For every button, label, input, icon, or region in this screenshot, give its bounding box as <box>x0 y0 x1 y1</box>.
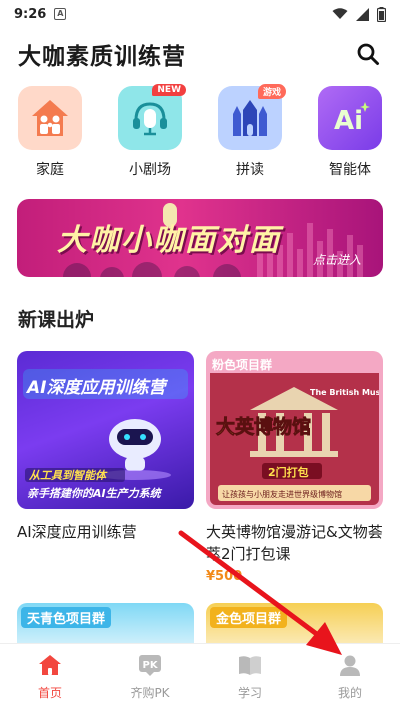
wifi-icon <box>332 8 348 19</box>
game-badge: 游戏 <box>257 84 286 99</box>
status-icons <box>332 6 386 22</box>
tab-home[interactable]: 首页 <box>0 644 100 710</box>
cover-title-text: 大英博物馆 <box>216 415 311 438</box>
course-price: ¥500 <box>206 569 243 584</box>
feature-agent[interactable]: Ai 智能体 <box>316 86 384 179</box>
course-card-partial[interactable]: 金色项目群 <box>206 603 383 643</box>
svg-text:Ai: Ai <box>334 106 363 136</box>
book-icon <box>237 652 263 678</box>
course-card-ai[interactable]: AI深度应用训练营 从工具到智能体 亲手搭建你的AI生产力系统 AI深度应用训练… <box>17 351 194 543</box>
cover-sub-text: The British Museum <box>310 388 379 397</box>
cover-note-text: 2门打包 <box>268 465 309 479</box>
tab-label: 我的 <box>337 686 362 700</box>
ai-course-art: AI深度应用训练营 从工具到智能体 亲手搭建你的AI生产力系统 <box>23 369 188 500</box>
course-cover-image: 粉色项目群 大英博物馆 The British Museum 2门打包 让孩孩与… <box>206 351 383 509</box>
tab-label: 学习 <box>237 686 262 700</box>
feature-label: 拼读 <box>236 162 264 178</box>
svg-text:PK: PK <box>143 660 159 671</box>
tab-learning[interactable]: 学习 <box>200 644 300 710</box>
cover-title-text: AI深度应用训练营 <box>25 378 168 398</box>
cover-foot-text: 让孩孩与小朋友走进世界级博物馆 <box>222 489 342 499</box>
ai-icon: Ai <box>318 86 382 150</box>
castle-icon: 游戏 <box>218 84 286 150</box>
headset-mic-icon: NEW <box>118 84 186 150</box>
status-bar: 9:26 A <box>0 0 400 28</box>
cover-line1-text: 从工具到智能体 <box>29 469 108 482</box>
tab-label: 齐购PK <box>130 686 170 700</box>
promo-banner[interactable]: 大咖小咖面对面 点击进入 <box>17 199 383 277</box>
family-house-icon <box>18 86 82 150</box>
course-name: AI深度应用训练营 <box>17 523 137 541</box>
course-group-tag: 天青色项目群 <box>21 607 112 628</box>
new-badge: NEW <box>152 84 186 96</box>
bottom-tab-bar: 首页 PK 齐购PK 学习 我的 <box>0 643 400 710</box>
course-name: 大英博物馆漫游记&文物荟萃2门打包课 <box>206 523 383 563</box>
course-card-museum[interactable]: 粉色项目群 大英博物馆 The British Museum 2门打包 让孩孩与… <box>206 351 383 584</box>
course-card-partial[interactable]: 天青色项目群 <box>17 603 194 643</box>
banner-title: 大咖小咖面对面 <box>57 223 281 258</box>
course-cover-image: AI深度应用训练营 从工具到智能体 亲手搭建你的AI生产力系统 <box>17 351 194 509</box>
feature-label: 智能体 <box>329 162 371 178</box>
feature-label: 家庭 <box>36 162 64 178</box>
banner-enter-link[interactable]: 点击进入 <box>313 251 361 268</box>
home-icon <box>37 652 63 678</box>
feature-family[interactable]: 家庭 <box>16 86 84 179</box>
feature-label: 小剧场 <box>129 162 171 178</box>
pk-icon: PK <box>137 652 163 678</box>
cover-tag-text: 粉色项目群 <box>212 357 272 372</box>
cover-line2-text: 亲手搭建你的AI生产力系统 <box>27 487 163 500</box>
page-title: 大咖素质训练营 <box>18 44 186 70</box>
section-title: 新课出炉 <box>18 309 95 331</box>
feature-theater[interactable]: NEW 小剧场 <box>116 84 186 179</box>
search-icon <box>357 43 379 65</box>
app-header: 大咖素质训练营 <box>0 34 400 74</box>
tab-group-buy-pk[interactable]: PK 齐购PK <box>100 644 200 710</box>
tab-mine[interactable]: 我的 <box>300 644 400 710</box>
feature-grid: 家庭 NEW 小剧场 游戏 拼读 Ai 智能体 <box>0 84 400 186</box>
tab-label: 首页 <box>37 686 62 700</box>
search-button[interactable] <box>354 40 382 68</box>
notification-icon: A <box>54 8 67 20</box>
museum-course-art: 粉色项目群 大英博物馆 The British Museum 2门打包 让孩孩与… <box>210 355 383 505</box>
feature-phonics[interactable]: 游戏 拼读 <box>216 84 286 179</box>
course-group-tag: 金色项目群 <box>210 607 288 628</box>
user-icon <box>337 652 363 678</box>
signal-icon <box>356 7 369 21</box>
battery-icon <box>377 6 386 22</box>
status-time: 9:26 <box>14 6 47 22</box>
